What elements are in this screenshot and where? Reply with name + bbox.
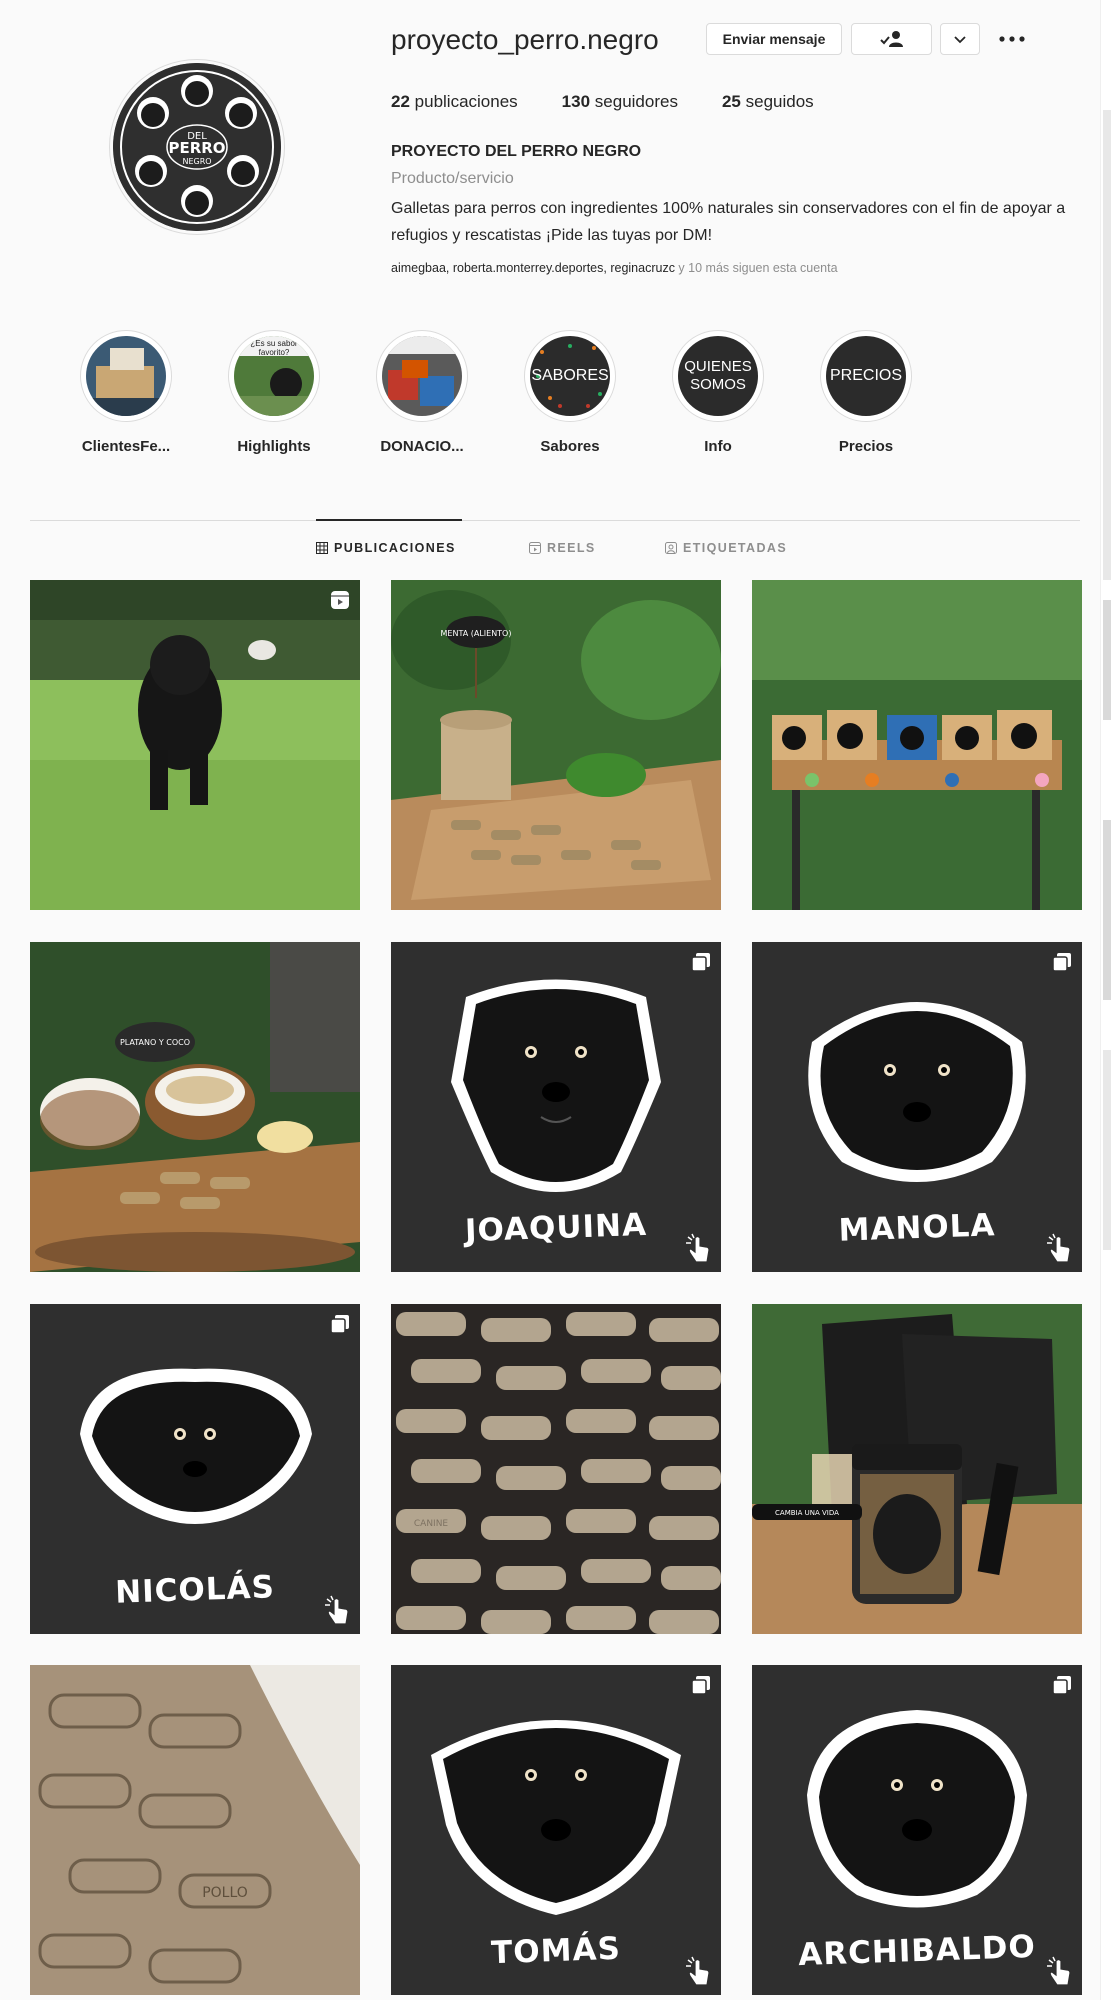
carousel-icon [1052,953,1071,972]
profile-full-name: PROYECTO DEL PERRO NEGRO [391,143,642,160]
sign-text: PLATANO Y COCO [120,1038,190,1047]
tabs-divider [30,520,1080,521]
carousel-icon [1052,1676,1071,1695]
post-photo-packaging-jar: CAMBIA UNA VIDA [752,1304,1082,1634]
highlight-label: Sabores [540,438,600,455]
profile-stats: 22 publicaciones 130 seguidores 25 segui… [391,92,858,112]
carousel-icon [691,1676,710,1695]
following-check-icon [879,31,903,47]
post-photo-mint-biscuits: MENTA (ALIENTO) [391,580,721,910]
sign-text: MENTA (ALIENTO) [441,629,512,638]
tap-hand-icon [1047,1956,1071,1986]
highlight-image-text: SABORES [531,367,609,384]
avatar-text-negro: NEGRO [182,157,211,166]
post-tile[interactable]: MANOLA [752,942,1082,1272]
reel-icon [331,591,349,609]
band-text: CAMBIA UNA VIDA [775,1509,839,1517]
highlight-thumbnail: SABORES [530,336,610,416]
highlight-image-text: PRECIOS [829,367,902,384]
post-tile[interactable]: JOAQUINA [391,942,721,1272]
suggested-accounts-button[interactable] [940,23,980,55]
avatar-text-perro: PERRO [168,139,225,157]
tap-hand-icon [325,1595,349,1625]
post-tile[interactable]: NICOLÁS [30,1304,360,1634]
post-tile[interactable]: MENTA (ALIENTO) [391,580,721,910]
stat-followers[interactable]: 130 seguidores [562,92,678,112]
highlight-label: Info [704,438,732,455]
active-tab-indicator [316,519,462,521]
highlight-image-text: QUIENES SOMOS [684,358,752,393]
followed-by-names: aimegbaa, roberta.monterrey.deportes, re… [391,261,675,275]
stat-following[interactable]: 25 seguidos [722,92,814,112]
biscuit-imprint: CANINE [414,1519,449,1529]
post-tile[interactable]: CANINE [391,1304,721,1634]
post-tile[interactable]: TOMÁS [391,1665,721,1995]
carousel-icon [330,1315,349,1334]
highlight-thumbnail: ¿Es su sabor favorito? [234,336,314,416]
followed-by[interactable]: aimegbaa, roberta.monterrey.deportes, re… [391,261,838,275]
post-tile[interactable]: PLATANO Y COCO [30,942,360,1272]
post-tile[interactable]: ARCHIBALDO [752,1665,1082,1995]
tab-label: REELS [547,541,596,555]
highlight-label: ClientesFe... [81,438,171,455]
highlight-thumbnail: QUIENES SOMOS [678,336,758,416]
followed-by-rest: y 10 más siguen esta cuenta [674,261,838,275]
profile-page: DEL PERRO NEGRO proyecto_perro.negro Env… [0,0,1100,2000]
tagged-icon [665,542,677,554]
post-tile[interactable] [30,580,360,910]
tab-etiquetadas[interactable]: ETIQUETADAS [665,541,787,555]
tap-hand-icon [1047,1233,1071,1263]
reels-icon [529,542,541,554]
highlight-clientes[interactable]: ClientesFe... [71,330,181,455]
post-photo-dog-lawn [30,580,360,910]
tab-label: PUBLICACIONES [334,541,456,555]
tap-hand-icon [686,1233,710,1263]
tab-publicaciones[interactable]: PUBLICACIONES [316,541,456,555]
highlight-precios[interactable]: PRECIOS Precios [811,330,921,455]
more-dots-icon [999,36,1025,42]
highlight-highlights[interactable]: ¿Es su sabor favorito? Highlights [219,330,329,455]
highlight-thumbnail [382,336,462,416]
highlight-info[interactable]: QUIENES SOMOS Info [663,330,773,455]
post-tile[interactable]: CAMBIA UNA VIDA [752,1304,1082,1634]
send-message-button[interactable]: Enviar mensaje [706,23,842,55]
grid-icon [316,542,328,554]
chevron-down-icon [954,36,966,44]
tap-hand-icon [686,1956,710,1986]
options-button[interactable] [996,26,1028,52]
post-photo-dough-cutouts: POLLO [30,1665,360,1995]
following-button[interactable] [851,23,932,55]
post-photo-plush-boxes [752,580,1082,910]
tab-reels[interactable]: REELS [529,541,596,555]
highlight-donaciones[interactable]: DONACIO... [367,330,477,455]
profile-category: Producto/servicio [391,170,514,187]
dough-imprint: POLLO [202,1885,248,1901]
stat-posts: 22 publicaciones [391,92,518,111]
highlight-label: Precios [838,438,894,455]
post-photo-biscuit-tray: CANINE [391,1304,721,1634]
profile-bio: Galletas para perros con ingredientes 10… [391,200,1066,244]
tab-label: ETIQUETADAS [683,541,788,555]
highlight-sticker-text: ¿Es su sabor favorito? [250,339,298,357]
carousel-icon [691,953,710,972]
post-tile[interactable] [752,580,1082,910]
highlight-sabores[interactable]: SABORES Sabores [515,330,625,455]
highlight-label: DONACIO... [380,438,464,455]
window-edge [1100,0,1112,2000]
profile-username: proyecto_perro.negro [391,24,659,55]
avatar-logo: DEL PERRO NEGRO [113,63,281,231]
highlight-thumbnail: PRECIOS [826,336,906,416]
profile-avatar[interactable]: DEL PERRO NEGRO [110,60,284,234]
post-tile[interactable]: POLLO [30,1665,360,1995]
highlight-label: Highlights [237,438,311,455]
highlight-thumbnail [86,336,166,416]
post-photo-coconut-biscuits: PLATANO Y COCO [30,942,360,1272]
